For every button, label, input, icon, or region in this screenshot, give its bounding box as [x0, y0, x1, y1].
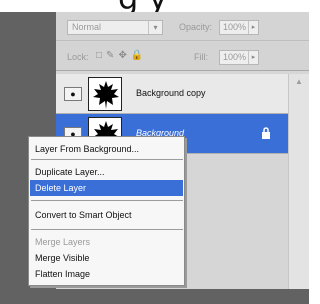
menu-divider: [31, 229, 183, 230]
context-menu: Layer From Background... Duplicate Layer…: [28, 136, 185, 286]
opacity-value: 100%: [223, 22, 247, 32]
menu-item-merge-visible[interactable]: Merge Visible: [30, 250, 183, 266]
fill-value: 100%: [223, 52, 247, 62]
menu-item-duplicate-layer[interactable]: Duplicate Layer...: [30, 164, 183, 180]
fill-label: Fill:: [194, 52, 208, 62]
eye-icon[interactable]: ●: [64, 87, 82, 101]
menu-item-flatten-image[interactable]: Flatten Image: [30, 266, 183, 282]
menu-item-merge-layers: Merge Layers: [35, 237, 91, 247]
opacity-field[interactable]: 100% ▸: [219, 20, 259, 35]
menu-item-layer-from-background[interactable]: Layer From Background...: [30, 141, 183, 157]
menu-item-delete-layer[interactable]: Delete Layer: [30, 180, 183, 196]
menu-divider: [31, 200, 183, 201]
lock-label: Lock:: [67, 52, 89, 62]
layer-name: Background copy: [136, 88, 206, 98]
scroll-up-icon[interactable]: ▲: [292, 76, 306, 88]
maple-leaf-icon: [88, 77, 122, 111]
menu-item-convert-smart-object[interactable]: Convert to Smart Object: [30, 207, 183, 223]
chevron-down-icon[interactable]: ▾: [148, 21, 162, 34]
opacity-label: Opacity:: [179, 22, 213, 32]
fill-field[interactable]: 100% ▸: [219, 50, 259, 65]
lock-icon: [261, 127, 271, 139]
opacity-arrow-icon[interactable]: ▸: [248, 21, 258, 34]
lock-position-icon[interactable]: ✥: [118, 50, 126, 64]
lock-transparent-icon[interactable]: □: [96, 50, 102, 64]
lock-pixels-icon[interactable]: ✎: [106, 50, 114, 64]
canvas-background-bottom: [56, 289, 309, 304]
layers-scrollbar[interactable]: ▲: [288, 74, 309, 289]
lock-options-row: Lock: □ ✎ ✥ 🔒 Fill: 100% ▸: [56, 42, 309, 71]
blend-mode-select[interactable]: Normal ▾: [67, 20, 163, 35]
layer-row-background-copy[interactable]: ● Background copy: [56, 74, 288, 114]
blend-mode-value: Normal: [72, 22, 102, 32]
lock-icons: □ ✎ ✥ 🔒: [96, 50, 143, 64]
menu-divider: [31, 159, 183, 160]
lock-all-icon[interactable]: 🔒: [131, 50, 143, 64]
fill-arrow-icon[interactable]: ▸: [248, 51, 258, 64]
blend-options-row: Normal ▾ Opacity: 100% ▸: [56, 12, 309, 41]
